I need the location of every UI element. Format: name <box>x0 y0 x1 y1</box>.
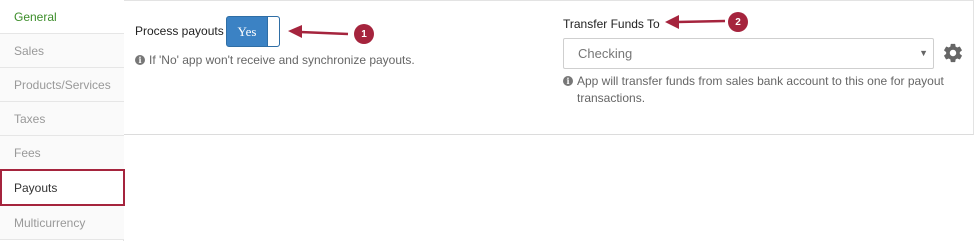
caret-down-icon: ▼ <box>919 48 928 58</box>
transfer-funds-label: Transfer Funds To <box>563 17 660 31</box>
annotation-arrow-1 <box>288 25 349 38</box>
transfer-funds-help: i App will transfer funds from sales ban… <box>563 73 948 107</box>
toggle-knob[interactable] <box>267 17 279 46</box>
process-payouts-toggle[interactable]: Yes <box>226 16 280 47</box>
sidebar-item-label: Fees <box>14 145 41 160</box>
transfer-funds-help-text: App will transfer funds from sales bank … <box>577 74 944 105</box>
sidebar-item-label: General <box>14 9 57 24</box>
transfer-funds-select[interactable]: Checking ▼ <box>563 38 934 69</box>
sidebar-item-label: Products/Services <box>14 77 111 92</box>
toggle-value: Yes <box>237 23 257 39</box>
sidebar-item-products-services[interactable]: Products/Services <box>0 68 124 102</box>
sidebar-item-payouts[interactable]: Payouts <box>0 169 125 206</box>
settings-sidebar: General Sales Products/Services Taxes Fe… <box>0 0 125 241</box>
annotation-badge-1: 1 <box>354 24 374 44</box>
sidebar-item-sales[interactable]: Sales <box>0 34 124 68</box>
sidebar-item-label: Sales <box>14 43 45 58</box>
gear-icon[interactable] <box>942 42 964 64</box>
annotation-arrow-2 <box>665 15 726 29</box>
sidebar-item-label: Multicurrency <box>14 215 86 230</box>
sidebar-item-general[interactable]: General <box>0 0 124 34</box>
sidebar-item-label: Payouts <box>14 180 58 195</box>
process-payouts-label: Process payouts <box>135 24 224 38</box>
sidebar-item-multicurrency[interactable]: Multicurrency <box>0 206 124 240</box>
sidebar-item-taxes[interactable]: Taxes <box>0 102 124 136</box>
info-circle-icon: i <box>563 76 573 86</box>
info-circle-icon: i <box>135 55 145 65</box>
sidebar-item-fees[interactable]: Fees <box>0 136 124 170</box>
process-payouts-help-text: If 'No' app won't receive and synchroniz… <box>149 53 415 67</box>
process-payouts-help: i If 'No' app won't receive and synchron… <box>135 52 415 69</box>
annotation-badge-2: 2 <box>728 12 748 32</box>
transfer-funds-selected-value: Checking <box>578 46 633 61</box>
sidebar-item-label: Taxes <box>14 111 46 126</box>
